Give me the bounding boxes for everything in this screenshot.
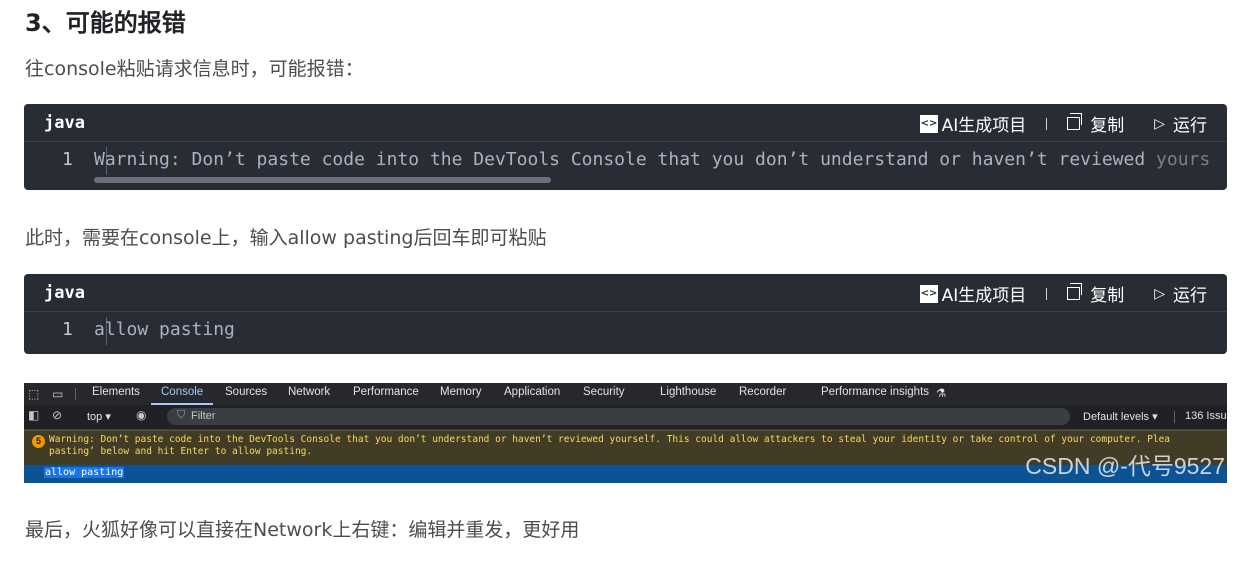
device-toolbar-icon[interactable]: ▭ xyxy=(52,387,63,401)
code-block-header: java <> AI生成项目 复制 ▷ 运行 xyxy=(24,104,1227,142)
run-button[interactable]: ▷ 运行 xyxy=(1154,281,1207,307)
filter-funnel-icon: ⛉ xyxy=(177,409,186,421)
tab-elements[interactable]: Elements xyxy=(92,386,140,398)
line-number: 1 xyxy=(62,319,73,340)
ai-generate-button[interactable]: <> AI生成项目 xyxy=(919,281,1027,306)
tab-application[interactable]: Application xyxy=(504,386,560,398)
warning-count-badge: 5 xyxy=(32,435,45,448)
code-block-warning: java <> AI生成项目 复制 ▷ 运行 1 Warning: Don’t … xyxy=(24,104,1227,190)
horizontal-scrollbar[interactable] xyxy=(94,177,551,183)
copy-icon xyxy=(1067,113,1083,130)
intro-paragraph: 往console粘贴请求信息时，可能报错： xyxy=(25,58,364,80)
sidebar-toggle-icon[interactable]: ◧ xyxy=(28,408,39,422)
eye-icon[interactable]: ◉ xyxy=(136,408,146,422)
tab-memory[interactable]: Memory xyxy=(440,386,482,398)
run-button[interactable]: ▷ 运行 xyxy=(1154,111,1207,137)
tab-security[interactable]: Security xyxy=(583,386,625,398)
tab-performance-insights[interactable]: Performance insights xyxy=(821,386,929,398)
toolbar-divider xyxy=(1046,287,1048,300)
code-token-message: Don’t paste code into the DevTools Conso… xyxy=(180,149,1157,170)
code-language-label: java xyxy=(44,283,85,303)
copy-label: 复制 xyxy=(1090,116,1125,136)
tab-console[interactable]: Console xyxy=(161,386,203,398)
csdn-watermark: CSDN @-代号9527 xyxy=(1025,453,1225,479)
warning-line-1: Warning: Don’t paste code into the DevTo… xyxy=(49,434,1171,445)
code-line: Warning: Don’t paste code into the DevTo… xyxy=(94,149,1209,170)
warning-text: Warning: Don’t paste code into the DevTo… xyxy=(49,434,1170,458)
section-heading: 3、可能的报错 xyxy=(25,9,186,37)
ai-generate-button[interactable]: <> AI生成项目 xyxy=(919,111,1027,136)
instruction-paragraph: 此时，需要在console上，输入allow pasting后回车即可粘贴 xyxy=(25,227,547,249)
ai-code-icon: <> xyxy=(919,114,938,133)
toolbar-divider xyxy=(1174,411,1175,423)
warning-line-2: pasting’ below and hit Enter to allow pa… xyxy=(49,446,313,457)
closing-paragraph: 最后，火狐好像可以直接在Network上右键：编辑并重发，更好用 xyxy=(25,519,580,541)
console-filter-input[interactable]: ⛉ Filter xyxy=(167,408,1070,425)
code-block-header: java <> AI生成项目 复制 ▷ 运行 xyxy=(24,274,1227,312)
run-label: 运行 xyxy=(1173,116,1207,136)
context-selector[interactable]: top ▾ xyxy=(87,410,111,423)
issues-counter[interactable]: 136 Issu xyxy=(1185,410,1227,422)
code-block-allow-pasting: java <> AI生成项目 复制 ▷ 运行 1 allow pasting xyxy=(24,274,1227,354)
run-label: 运行 xyxy=(1173,286,1207,306)
code-token-colon: : xyxy=(169,149,181,170)
tab-recorder[interactable]: Recorder xyxy=(739,386,786,398)
tab-sources[interactable]: Sources xyxy=(225,386,267,398)
code-language-label: java xyxy=(44,113,85,133)
copy-button[interactable]: 复制 xyxy=(1067,281,1124,306)
code-line: allow pasting xyxy=(94,319,235,340)
ai-generate-label: AI生成项目 xyxy=(941,116,1027,136)
log-levels-dropdown[interactable]: Default levels ▾ xyxy=(1083,410,1158,423)
console-input-text[interactable]: allow pasting xyxy=(44,467,125,478)
copy-icon xyxy=(1067,283,1083,300)
flask-icon: ⚗ xyxy=(936,388,947,400)
filter-placeholder: Filter xyxy=(191,410,216,422)
play-icon: ▷ xyxy=(1154,115,1165,132)
play-icon: ▷ xyxy=(1154,285,1165,302)
code-token-faded: yourself xyxy=(1156,149,1209,170)
tab-network[interactable]: Network xyxy=(288,386,330,398)
toolbar-divider xyxy=(1046,117,1048,130)
tab-lighthouse[interactable]: Lighthouse xyxy=(660,386,716,398)
console-filter-bar: ◧ ⊘ top ▾ ◉ ⛉ Filter Default levels ▾ 13… xyxy=(24,405,1227,430)
ai-generate-label: AI生成项目 xyxy=(941,286,1027,306)
devtools-tab-bar: ⬚ ▭ Elements Console Sources Network Per… xyxy=(24,383,1227,406)
copy-button[interactable]: 复制 xyxy=(1067,111,1124,136)
tab-performance[interactable]: Performance xyxy=(353,386,419,398)
line-number: 1 xyxy=(62,149,73,170)
ai-code-icon: <> xyxy=(919,284,938,303)
toolbar-divider xyxy=(75,388,76,400)
clear-console-icon[interactable]: ⊘ xyxy=(52,408,62,422)
inspect-element-icon[interactable]: ⬚ xyxy=(28,387,39,401)
copy-label: 复制 xyxy=(1090,286,1125,306)
devtools-screenshot: ⬚ ▭ Elements Console Sources Network Per… xyxy=(24,383,1227,483)
code-token-warning: Warning xyxy=(94,149,170,170)
